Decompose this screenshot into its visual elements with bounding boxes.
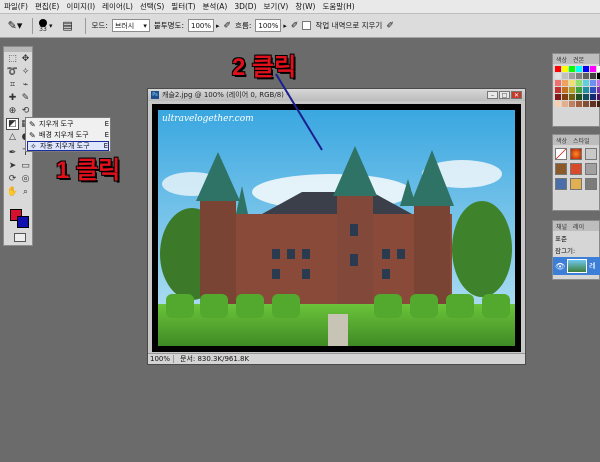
color-swatch[interactable] <box>576 87 582 93</box>
color-swatch[interactable] <box>576 73 582 79</box>
color-swatch[interactable] <box>562 73 568 79</box>
tab-layers[interactable]: 레이 <box>570 222 587 231</box>
layer-thumbnail <box>567 259 588 273</box>
style-grid <box>555 148 597 190</box>
layers-tabs: 채널 레이 <box>553 221 599 231</box>
color-swatch[interactable] <box>569 101 575 107</box>
style-brown[interactable] <box>555 163 567 175</box>
style-grey[interactable] <box>585 148 597 160</box>
color-swatch[interactable] <box>583 94 589 100</box>
color-swatch[interactable] <box>583 80 589 86</box>
styles-panel: 색상 스타일 <box>552 134 600 211</box>
color-swatch[interactable] <box>590 87 596 93</box>
color-swatch[interactable] <box>583 87 589 93</box>
layer-row[interactable]: 👁 레 <box>553 257 600 275</box>
tab-channels[interactable]: 채널 <box>553 222 570 231</box>
color-swatch[interactable] <box>555 94 561 100</box>
tab-styles[interactable]: 스타일 <box>570 136 593 145</box>
color-swatch[interactable] <box>590 73 596 79</box>
style-dark[interactable] <box>585 178 597 190</box>
color-swatch[interactable] <box>555 80 561 86</box>
color-swatch[interactable] <box>583 73 589 79</box>
style-blue[interactable] <box>555 178 567 190</box>
style-gold[interactable] <box>570 178 582 190</box>
swatch-grid <box>555 66 600 107</box>
color-swatch[interactable] <box>555 87 561 93</box>
tab-swatches[interactable]: 견본 <box>570 55 587 64</box>
color-swatch[interactable] <box>562 94 568 100</box>
style-orange[interactable] <box>570 148 582 160</box>
color-swatch[interactable] <box>569 80 575 86</box>
style-silver[interactable] <box>585 163 597 175</box>
color-swatch[interactable] <box>590 80 596 86</box>
color-swatch[interactable] <box>555 101 561 107</box>
tab-adjust[interactable]: 색상 <box>553 136 570 145</box>
color-swatch[interactable] <box>569 94 575 100</box>
eye-icon[interactable]: 👁 <box>555 262 565 271</box>
color-swatch[interactable] <box>569 73 575 79</box>
color-swatch[interactable] <box>569 87 575 93</box>
blend-mode-select[interactable]: 표준 <box>555 233 567 243</box>
color-swatch[interactable] <box>555 73 561 79</box>
lock-label: 잠그기: <box>555 247 576 255</box>
styles-tabs: 색상 스타일 <box>553 135 599 145</box>
color-swatch[interactable] <box>576 80 582 86</box>
color-swatch[interactable] <box>590 101 596 107</box>
color-swatch[interactable] <box>562 101 568 107</box>
color-swatch[interactable] <box>562 66 568 72</box>
annotation-pointer-line <box>275 73 323 151</box>
color-swatch[interactable] <box>590 94 596 100</box>
tab-color[interactable]: 색상 <box>553 55 570 64</box>
color-swatch[interactable] <box>590 66 596 72</box>
color-swatch[interactable] <box>562 80 568 86</box>
swatches-panel: 색상 견본 <box>552 53 600 127</box>
color-swatch[interactable] <box>583 101 589 107</box>
color-swatch[interactable] <box>569 66 575 72</box>
color-swatch[interactable] <box>576 101 582 107</box>
color-swatch[interactable] <box>562 87 568 93</box>
layer-name: 레 <box>589 262 596 270</box>
swatches-tabs: 색상 견본 <box>553 54 599 64</box>
color-swatch[interactable] <box>576 66 582 72</box>
layers-panel: 채널 레이 표준 잠그기: 👁 레 <box>552 220 600 280</box>
color-swatch[interactable] <box>583 66 589 72</box>
annotation-pointer <box>275 73 323 151</box>
style-none[interactable] <box>555 148 567 160</box>
color-swatch[interactable] <box>555 66 561 72</box>
color-swatch[interactable] <box>576 94 582 100</box>
style-red[interactable] <box>570 163 582 175</box>
